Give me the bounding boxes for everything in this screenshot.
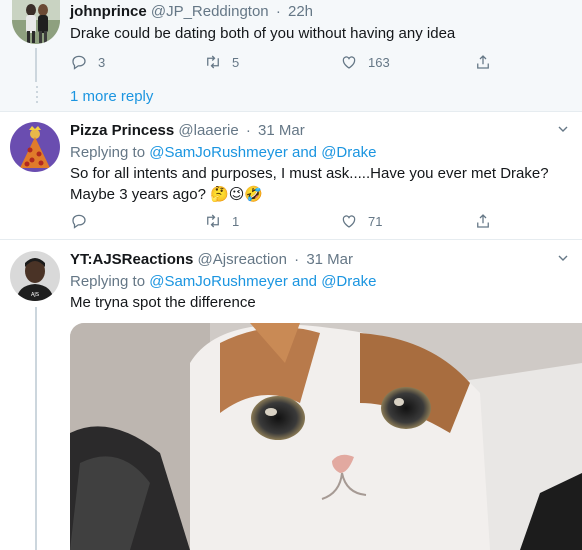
avatar-pizza-princess[interactable] [10,122,60,172]
reply-icon [72,55,86,70]
more-replies-row[interactable]: 1 more reply [0,82,582,112]
share-icon [477,214,489,228]
tweet-header: Pizza Princess @laaerie · 31 Mar [70,122,305,139]
avatar-ajsreactions[interactable]: AJS [10,251,60,301]
replying-to: Replying to @SamJoRushmeyer and @Drake [70,144,376,161]
like-count: 163 [368,54,390,70]
separator-dot: · [245,122,251,139]
tweet-text-line-1: So for all intents and purposes, I must … [70,165,549,182]
thread-dots [36,86,38,106]
separator-dot: · [294,251,300,268]
replying-and: and [292,144,318,161]
share-icon [477,55,489,69]
mention-samjorushmeyer[interactable]: @SamJoRushmeyer [149,144,288,161]
tweet-pizza-princess[interactable]: Pizza Princess @laaerie · 31 Mar Replyin… [0,112,582,240]
replying-prefix: Replying to [70,144,146,161]
tweet-time[interactable]: 22h [288,3,313,20]
mention-samjorushmeyer[interactable]: @SamJoRushmeyer [149,273,288,290]
tweet-actions: 1 71 [70,212,500,232]
share-button[interactable] [474,53,492,71]
svg-text:AJS: AJS [31,292,39,298]
reply-button[interactable] [70,212,88,230]
retweet-button[interactable]: 1 [204,212,239,230]
tweet-actions: 3 5 163 [70,53,500,73]
like-button[interactable]: 163 [340,53,390,71]
author-name[interactable]: Pizza Princess [70,122,174,139]
tweet-header: johnprince @JP_Reddington · 22h [70,3,313,20]
tweet-media-image[interactable] [70,323,582,550]
tweet-text: Drake could be dating both of you withou… [70,25,456,42]
tweet-text: Me tryna spot the difference [70,294,256,311]
tweet-ajsreactions[interactable]: AJS YT:AJSReactions @Ajsreaction · 31 Ma… [0,241,582,550]
heart-icon [342,215,356,228]
mention-drake[interactable]: @Drake [321,273,376,290]
reply-count: 3 [98,54,106,70]
share-button[interactable] [474,212,492,230]
heart-icon [342,56,356,69]
tweet-text-line-2: Maybe 3 years ago? [70,186,206,203]
tweet-emojis: 🤔😉🤣 [210,185,264,203]
separator-dot: · [275,3,281,20]
tweet-time[interactable]: 31 Mar [306,251,353,268]
author-name[interactable]: johnprince [70,3,147,20]
replying-and: and [292,273,318,290]
author-handle[interactable]: @laaerie [178,122,238,139]
replying-prefix: Replying to [70,273,146,290]
replying-to: Replying to @SamJoRushmeyer and @Drake [70,273,376,290]
chevron-down-icon[interactable] [558,124,568,134]
thread-line [35,307,37,550]
chevron-down-icon[interactable] [558,253,568,263]
retweet-count: 5 [232,54,240,70]
tweet-header: YT:AJSReactions @Ajsreaction · 31 Mar [70,251,353,268]
retweet-icon [207,55,219,69]
mention-drake[interactable]: @Drake [321,144,376,161]
reply-button[interactable]: 3 [70,53,105,71]
avatar-johnprince[interactable] [12,0,60,44]
author-handle[interactable]: @JP_Reddington [151,3,269,20]
author-handle[interactable]: @Ajsreaction [198,251,287,268]
retweet-button[interactable]: 5 [204,53,239,71]
tweet-johnprince[interactable]: johnprince @JP_Reddington · 22h Drake co… [0,0,582,84]
tweet-time[interactable]: 31 Mar [258,122,305,139]
retweet-count: 1 [232,213,240,229]
thread-line [35,48,37,84]
tweet-text: So for all intents and purposes, I must … [70,164,549,205]
reply-icon [72,214,86,229]
author-name[interactable]: YT:AJSReactions [70,251,193,268]
retweet-icon [207,214,219,228]
like-button[interactable]: 71 [340,212,382,230]
more-replies-link[interactable]: 1 more reply [70,88,153,105]
like-count: 71 [368,213,383,229]
